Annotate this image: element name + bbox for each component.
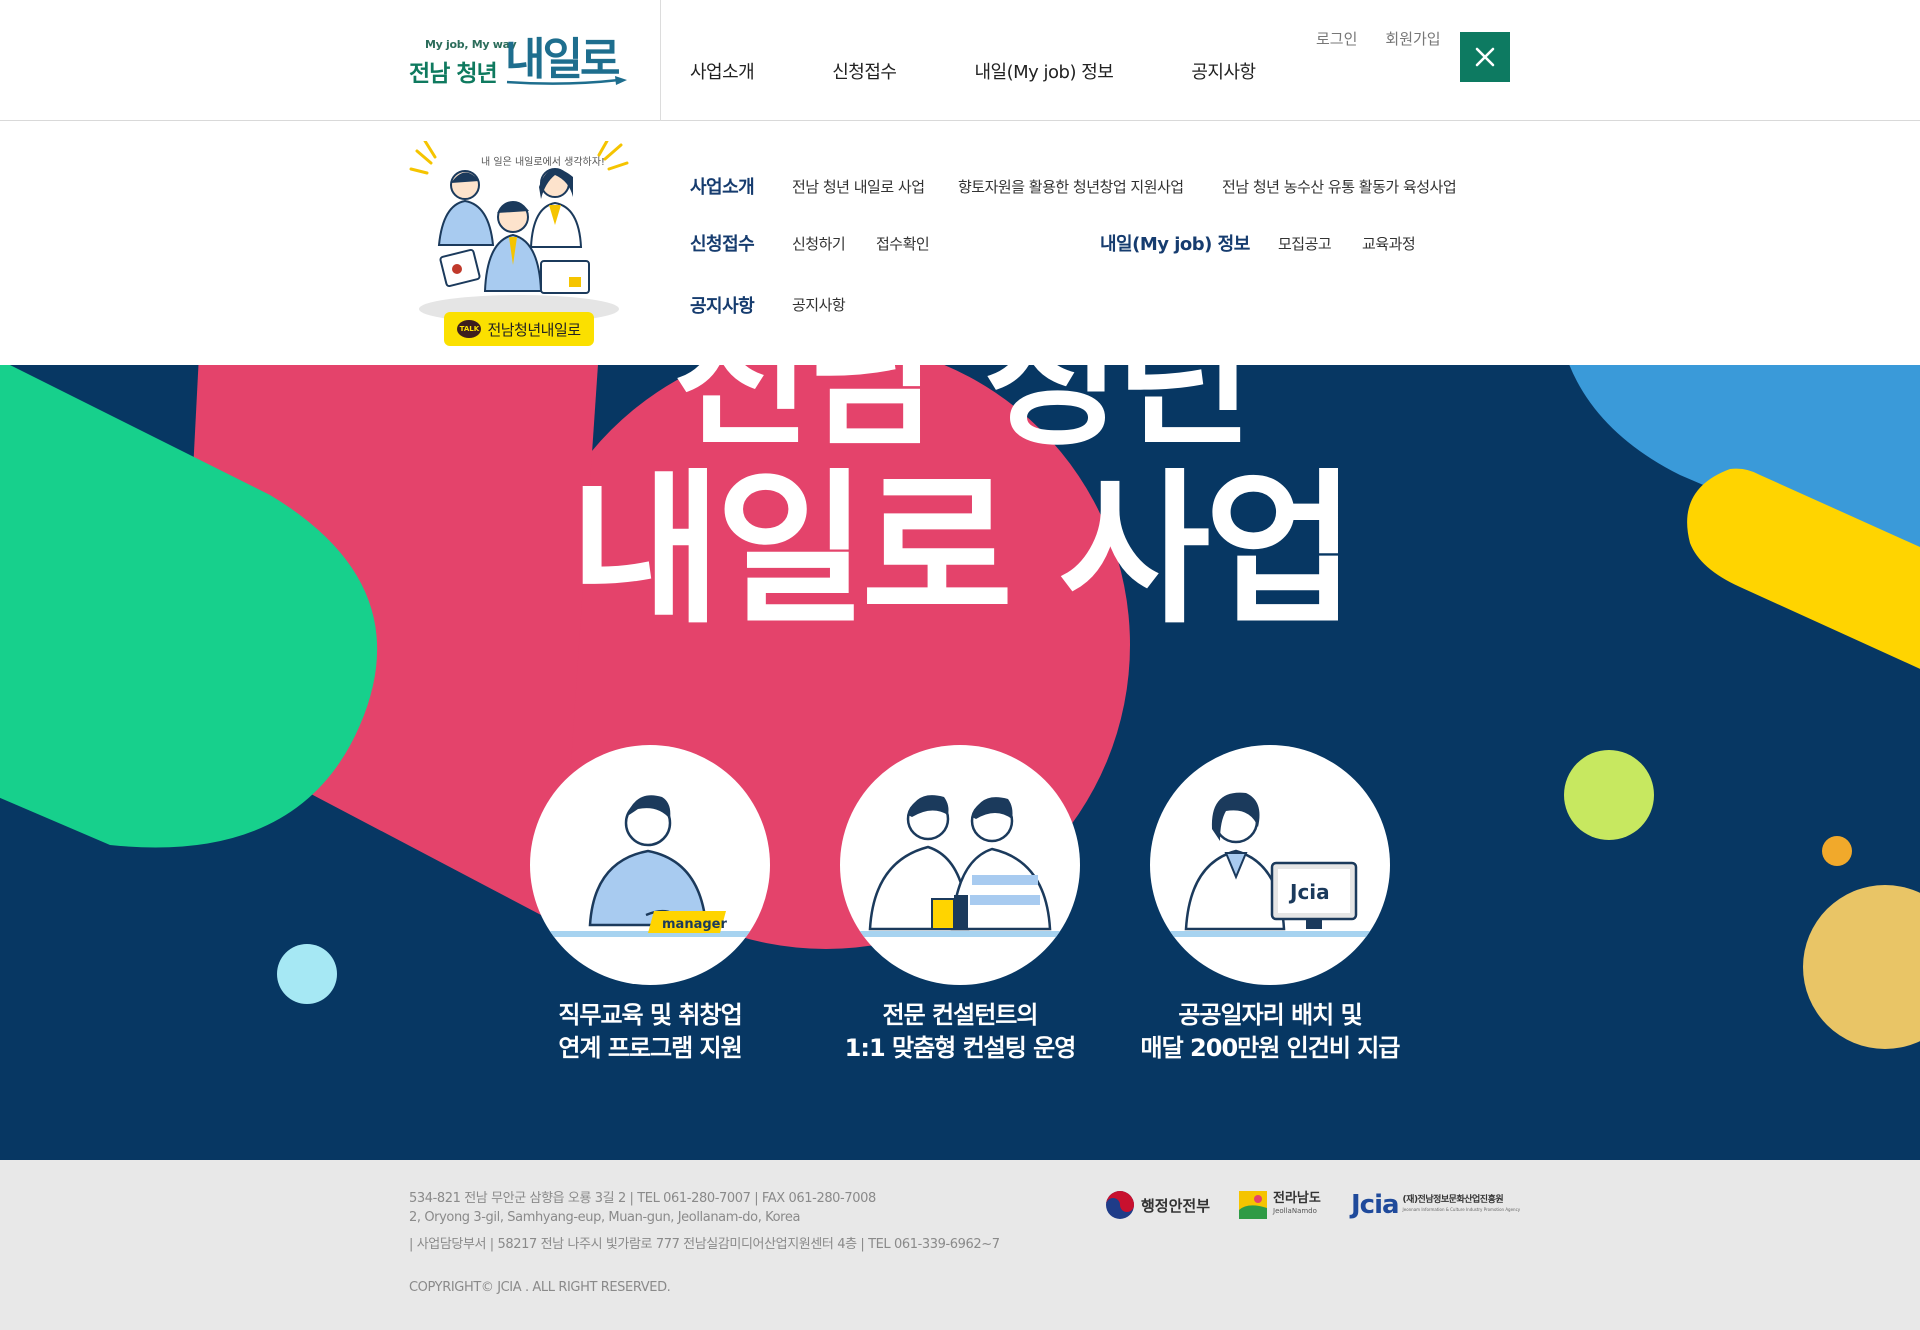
feature-job-training-line2: 연계 프로그램 지원 bbox=[558, 1034, 742, 1062]
jcia-logo-icon: Jcia bbox=[1351, 1190, 1400, 1220]
feature-job-training-text: 직무교육 및 취창업 연계 프로그램 지원 bbox=[490, 999, 810, 1065]
hero-title-line1: 전남 청년 bbox=[672, 365, 1253, 467]
logo-slogan: My job, My way bbox=[425, 38, 517, 51]
menu-category-business[interactable]: 사업소개 bbox=[690, 173, 755, 199]
taeguk-icon bbox=[1106, 1191, 1134, 1219]
menu-category-notice[interactable]: 공지사항 bbox=[690, 292, 755, 318]
feature-consulting-line2: 1:1 맞춤형 컨설팅 운영 bbox=[844, 1034, 1077, 1062]
feature-illustration-consultants bbox=[840, 745, 1080, 985]
site-logo[interactable]: My job, My way 전남 청년 내일로 bbox=[409, 32, 629, 88]
footer-partner-mois[interactable]: 행정안전부 bbox=[1105, 1190, 1210, 1220]
mois-label: 행정안전부 bbox=[1141, 1196, 1211, 1215]
illustration-caption: 내 일은 내일로에서 생각하자! bbox=[481, 155, 605, 168]
nav-item-business[interactable]: 사업소개 bbox=[690, 58, 755, 84]
mega-menu: 내 일은 내일로에서 생각하자! TALK 전남청년내일로 사업소개 전남 청년… bbox=[0, 121, 1920, 365]
site-header: My job, My way 전남 청년 내일로 사업소개 신청접수 내일(My… bbox=[0, 0, 1920, 121]
feature-illustration-manager: manager bbox=[530, 745, 770, 985]
feature-consulting-text: 전문 컨설턴트의 1:1 맞춤형 컨설팅 운영 bbox=[800, 999, 1120, 1065]
feature-illustration-office-worker: Jcia bbox=[1150, 745, 1390, 985]
feature-public-jobs-line2: 매달 200만원 인건비 지급 bbox=[1140, 1034, 1401, 1062]
nav-item-job-info[interactable]: 내일(My job) 정보 bbox=[975, 58, 1114, 84]
feature-public-jobs-text: 공공일자리 배치 및 매달 200만원 인건비 지급 bbox=[1110, 999, 1430, 1065]
footer-partner-jeonnam[interactable]: 전라남도 JeollaNamdo bbox=[1238, 1190, 1321, 1220]
menu-link-education[interactable]: 교육과정 bbox=[1362, 233, 1416, 254]
jeonnam-emblem-icon bbox=[1239, 1191, 1267, 1219]
menu-category-apply[interactable]: 신청접수 bbox=[690, 230, 755, 256]
footer-partner-jcia[interactable]: Jcia (재)전남정보문화산업진흥원 Jeonnam Information … bbox=[1351, 1190, 1520, 1220]
manager-person-icon: manager bbox=[530, 795, 770, 937]
jeonnam-label: 전라남도 bbox=[1273, 1191, 1321, 1206]
signup-link[interactable]: 회원가입 bbox=[1385, 28, 1440, 49]
feature-consulting-line1: 전문 컨설턴트의 bbox=[882, 1001, 1039, 1029]
hero-title-line2: 내일로 사업 bbox=[569, 454, 1356, 646]
menu-link-apply[interactable]: 신청하기 bbox=[792, 233, 846, 254]
feature-job-training: manager 직무교육 및 취창업 연계 프로그램 지원 bbox=[530, 745, 770, 1065]
login-link[interactable]: 로그인 bbox=[1316, 28, 1357, 49]
youth-characters-illustration: 내 일은 내일로에서 생각하자! bbox=[409, 141, 629, 323]
jcia-label: (재)전남정보문화산업진흥원 bbox=[1402, 1195, 1504, 1205]
menu-link-notice[interactable]: 공지사항 bbox=[792, 294, 846, 315]
menu-link-naeilro-project[interactable]: 전남 청년 내일로 사업 bbox=[792, 176, 925, 197]
close-menu-button[interactable] bbox=[1460, 32, 1510, 82]
menu-link-recruitment[interactable]: 모집공고 bbox=[1278, 233, 1332, 254]
feature-job-training-line1: 직무교육 및 취창업 bbox=[558, 1001, 742, 1029]
footer-address: 534-821 전남 무안군 삼향읍 오룡 3길 2 | TEL 061-280… bbox=[409, 1191, 876, 1206]
main-nav: 사업소개 신청접수 내일(My job) 정보 공지사항 bbox=[690, 58, 1256, 84]
footer-copyright: COPYRIGHT© JCIA . ALL RIGHT RESERVED. bbox=[409, 1280, 671, 1295]
close-icon bbox=[1475, 47, 1495, 67]
feature-public-jobs-line1: 공공일자리 배치 및 bbox=[1178, 1001, 1362, 1029]
kakao-channel-button[interactable]: TALK 전남청년내일로 bbox=[444, 312, 594, 346]
monitor-badge-text: Jcia bbox=[1288, 880, 1330, 904]
jeonnam-label-en: JeollaNamdo bbox=[1273, 1207, 1317, 1215]
jcia-label-en: Jeonnam Information & Culture Industry P… bbox=[1402, 1207, 1521, 1212]
hero-banner: 전남 청년 내일로 사업 manager 직무교육 및 취창업 연계 프로그램 … bbox=[0, 365, 1920, 1160]
footer-office: | 사업담당부서 | 58217 전남 나주시 빛가람로 777 전남실감미디어… bbox=[409, 1237, 1000, 1252]
menu-category-job-info[interactable]: 내일(My job) 정보 bbox=[1100, 230, 1250, 256]
office-worker-computer-icon: Jcia bbox=[1150, 792, 1390, 937]
logo-text-region: 전남 청년 bbox=[409, 61, 498, 87]
menu-link-local-startup[interactable]: 향토자원을 활용한 청년창업 지원사업 bbox=[958, 176, 1184, 197]
feature-consulting: 전문 컨설턴트의 1:1 맞춤형 컨설팅 운영 bbox=[840, 745, 1080, 1065]
header-divider bbox=[660, 0, 661, 121]
util-links: 로그인 회원가입 bbox=[1316, 28, 1441, 49]
manager-badge-text: manager bbox=[662, 917, 727, 932]
nav-item-notice[interactable]: 공지사항 bbox=[1191, 58, 1256, 84]
two-consultants-icon bbox=[840, 795, 1080, 937]
kakao-channel-label: 전남청년내일로 bbox=[487, 320, 581, 339]
menu-link-check-application[interactable]: 접수확인 bbox=[876, 233, 930, 254]
site-footer: 534-821 전남 무안군 삼향읍 오룡 3길 2 | TEL 061-280… bbox=[0, 1160, 1920, 1330]
logo-arrow-icon bbox=[506, 76, 627, 85]
footer-address-english: 2, Oryong 3-gil, Samhyang-eup, Muan-gun,… bbox=[409, 1210, 801, 1225]
menu-link-agri-distribution[interactable]: 전남 청년 농수산 유통 활동가 육성사업 bbox=[1222, 176, 1457, 197]
feature-public-jobs: Jcia 공공일자리 배치 및 매달 200만원 인건비 지급 bbox=[1141, 745, 1400, 1065]
kakao-talk-icon: TALK bbox=[457, 320, 482, 338]
nav-item-apply[interactable]: 신청접수 bbox=[832, 58, 897, 84]
